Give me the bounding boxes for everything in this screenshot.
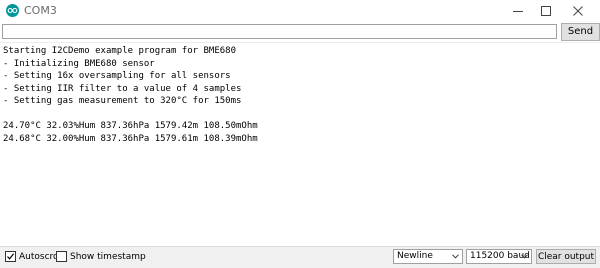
chevron-down-icon	[521, 254, 528, 259]
output-line: Starting I2CDemo example program for BME…	[3, 46, 236, 56]
minimize-button[interactable]	[504, 0, 532, 22]
maximize-icon	[541, 6, 551, 16]
serial-input[interactable]	[2, 24, 557, 39]
line-ending-value: Newline	[397, 251, 433, 261]
output-line: - Setting IIR filter to a value of 4 sam…	[3, 83, 242, 94]
close-icon	[573, 6, 583, 16]
timestamp-label: Show timestamp	[70, 252, 146, 262]
maximize-button[interactable]	[532, 0, 560, 22]
clear-output-button[interactable]: Clear output	[536, 249, 596, 264]
send-bar: Send	[0, 22, 600, 42]
status-bar: Autoscroll Show timestamp Newline 115200…	[0, 246, 600, 268]
close-button[interactable]	[564, 0, 592, 22]
output-line: - Setting 16x oversampling for all senso…	[3, 71, 231, 81]
baud-rate-select[interactable]: 115200 baud	[466, 249, 532, 264]
window-title: COM3	[24, 4, 57, 17]
send-button[interactable]: Send	[561, 23, 600, 41]
checkmark-icon	[7, 253, 15, 260]
arduino-logo-icon	[6, 4, 19, 17]
title-bar: COM3	[0, 0, 600, 22]
chevron-down-icon	[452, 254, 459, 259]
output-line: 24.68°C 32.00%Hum 837.36hPa 1579.61m 108…	[3, 133, 258, 144]
autoscroll-checkbox[interactable]	[5, 251, 16, 262]
output-line: - Initializing BME680 sensor	[3, 58, 155, 69]
timestamp-checkbox[interactable]	[56, 251, 67, 262]
minimize-icon	[513, 11, 523, 12]
line-ending-select[interactable]: Newline	[393, 249, 463, 264]
serial-output[interactable]: Starting I2CDemo example program for BME…	[0, 42, 600, 247]
output-line: 24.70°C 32.03%Hum 837.36hPa 1579.42m 108…	[3, 121, 258, 131]
output-line: - Setting gas measurement to 320°C for 1…	[3, 96, 242, 106]
